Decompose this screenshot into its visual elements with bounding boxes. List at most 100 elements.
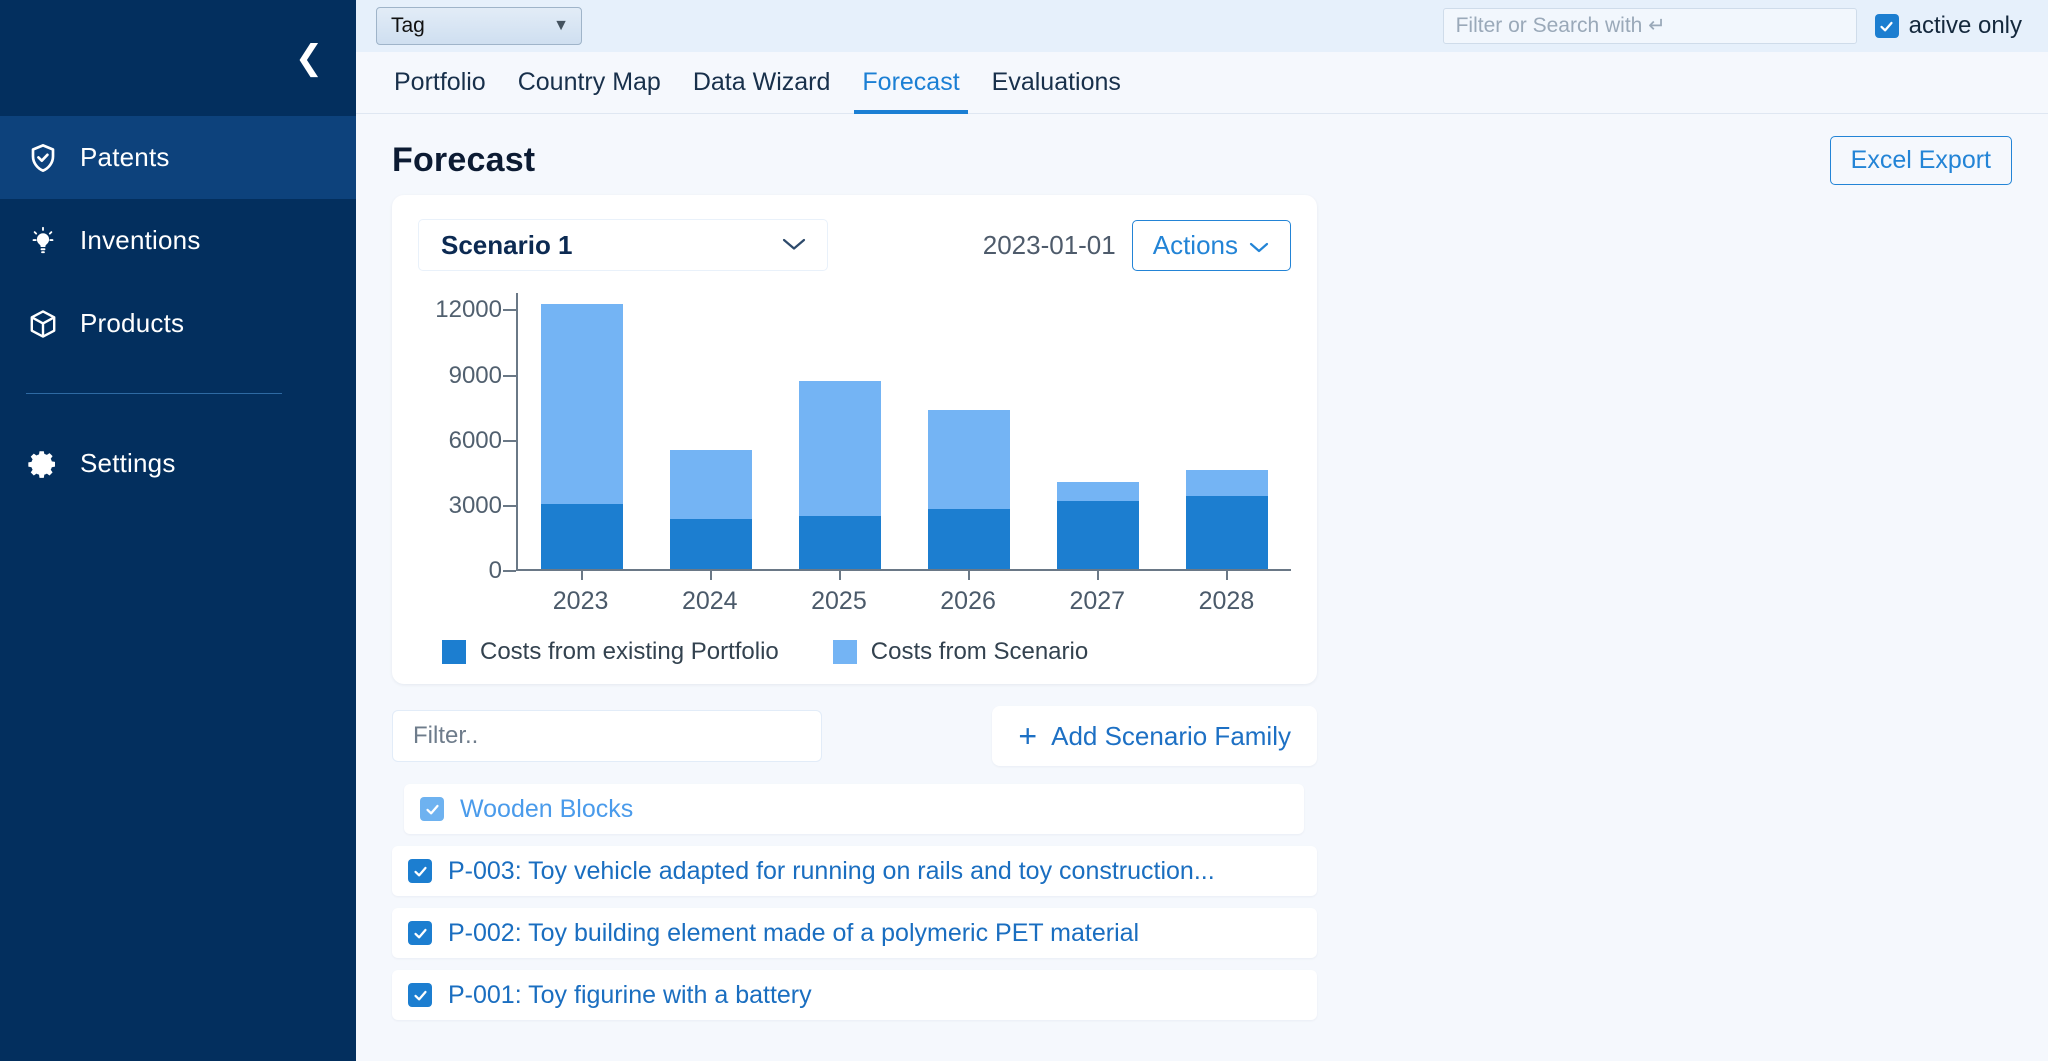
row-label: P-003: Toy vehicle adapted for running o… [448,857,1215,886]
row-checkbox[interactable] [408,859,432,883]
bar-segment-portfolio[interactable] [670,519,752,569]
add-scenario-family-label: Add Scenario Family [1051,721,1291,752]
legend-label: Costs from Scenario [871,638,1088,666]
chart-plot-region: 030006000900012000 [424,293,1291,571]
app-root: ❮ Patents [0,0,2048,1061]
tab-forecast[interactable]: Forecast [846,52,975,113]
filter-row: + Add Scenario Family [392,706,1317,766]
bar-segment-portfolio[interactable] [541,504,623,569]
sidebar-item-inventions[interactable]: Inventions [0,199,356,282]
x-axis-tick-label: 2024 [682,587,738,615]
bar-column[interactable] [1033,293,1162,569]
stacked-bar[interactable] [1186,470,1268,569]
stacked-bar[interactable] [541,304,623,569]
y-axis: 030006000900012000 [424,293,516,571]
row-label: Wooden Blocks [460,795,633,824]
x-axis-tick-label: 2025 [811,587,867,615]
tab-evaluations[interactable]: Evaluations [976,52,1137,113]
row-checkbox[interactable] [420,797,444,821]
plot-area [516,293,1291,571]
legend-item[interactable]: Costs from existing Portfolio [442,638,779,666]
actions-button[interactable]: Actions [1132,220,1291,271]
scenario-list: Wooden Blocks P-003: Toy vehicle adapted … [392,784,1317,1020]
scenario-family-list-area: + Add Scenario Family Wooden Blocks P-003… [392,706,1317,1020]
sidebar-item-label: Settings [80,448,176,479]
bar-column[interactable] [904,293,1033,569]
sidebar-divider [26,393,282,394]
bar-segment-portfolio[interactable] [1057,501,1139,569]
y-axis-tick-mark [503,309,516,311]
sidebar-item-label: Inventions [80,225,201,256]
sidebar-item-products[interactable]: Products [0,282,356,365]
page-header: Forecast Excel Export [356,114,2048,195]
tag-select[interactable]: Tag ▼ [376,7,582,45]
chevron-down-icon: ▼ [553,17,569,35]
patent-row[interactable]: P-002: Toy building element made of a po… [392,908,1317,958]
chart-card-header: Scenario 1 2023-01-01 Actions [418,219,1291,271]
patent-row[interactable]: P-001: Toy figurine with a battery [392,970,1317,1020]
gear-icon [26,447,60,481]
bar-segment-scenario[interactable] [541,304,623,504]
bar-column[interactable] [518,293,647,569]
tab-portfolio[interactable]: Portfolio [378,52,502,113]
bar-group [518,293,1291,569]
patent-row[interactable]: P-003: Toy vehicle adapted for running o… [392,846,1317,896]
sidebar-item-patents[interactable]: Patents [0,116,356,199]
page-title: Forecast [392,141,535,180]
sidebar-item-settings[interactable]: Settings [0,422,356,505]
stacked-bar[interactable] [670,450,752,569]
sidebar-item-label: Patents [80,142,170,173]
active-only-checkbox[interactable]: active only [1875,12,2022,40]
y-axis-tick-mark [503,375,516,377]
bar-segment-scenario[interactable] [1186,470,1268,496]
x-axis-tick-label: 2027 [1069,587,1125,615]
x-axis-tick: 2023 [516,571,645,616]
active-only-label: active only [1909,12,2022,40]
bar-segment-portfolio[interactable] [1186,496,1268,569]
stacked-bar[interactable] [799,381,881,569]
bar-column[interactable] [776,293,905,569]
tab-data-wizard[interactable]: Data Wizard [677,52,847,113]
bar-segment-portfolio[interactable] [928,509,1010,569]
scenario-select[interactable]: Scenario 1 [418,219,828,271]
content-area: Scenario 1 2023-01-01 Actions [356,195,2048,1020]
top-bar: Tag ▼ active only [356,0,2048,52]
tab-bar: Portfolio Country Map Data Wizard Foreca… [356,52,2048,114]
y-axis-tick-label: 3000 [449,492,502,520]
bar-column[interactable] [647,293,776,569]
stacked-bar[interactable] [928,410,1010,569]
add-scenario-family-button[interactable]: + Add Scenario Family [992,706,1317,766]
shield-check-icon [26,141,60,175]
bar-segment-portfolio[interactable] [799,516,881,569]
sidebar: ❮ Patents [0,0,356,1061]
legend-item[interactable]: Costs from Scenario [833,638,1088,666]
plus-icon: + [1018,720,1037,752]
legend-swatch [833,640,857,664]
box-icon [26,307,60,341]
collapse-sidebar-button[interactable]: ❮ [292,41,326,75]
row-checkbox[interactable] [408,983,432,1007]
bar-column[interactable] [1162,293,1291,569]
bar-segment-scenario[interactable] [799,381,881,516]
tab-country-map[interactable]: Country Map [502,52,677,113]
filter-input[interactable] [392,710,822,762]
stacked-bar[interactable] [1057,482,1139,569]
chart-legend: Costs from existing Portfolio Costs from … [424,638,1291,666]
x-axis-tick: 2026 [904,571,1033,616]
excel-export-button[interactable]: Excel Export [1830,136,2012,185]
scenario-family-row[interactable]: Wooden Blocks [404,784,1304,834]
bar-segment-scenario[interactable] [670,450,752,520]
bar-segment-scenario[interactable] [928,410,1010,509]
main-area: Tag ▼ active only Portfolio Country Map [356,0,2048,1061]
bar-segment-scenario[interactable] [1057,482,1139,500]
y-axis-tick-label: 12000 [435,296,502,324]
forecast-chart: 030006000900012000 202320242025202620272… [418,293,1291,666]
top-bar-right: active only [1443,8,2032,44]
forecast-date: 2023-01-01 [983,230,1116,261]
x-axis-tick: 2027 [1033,571,1162,616]
row-checkbox[interactable] [408,921,432,945]
search-input[interactable] [1443,8,1857,44]
tag-select-value: Tag [391,14,425,38]
legend-swatch [442,640,466,664]
chevron-down-icon [1248,230,1270,261]
